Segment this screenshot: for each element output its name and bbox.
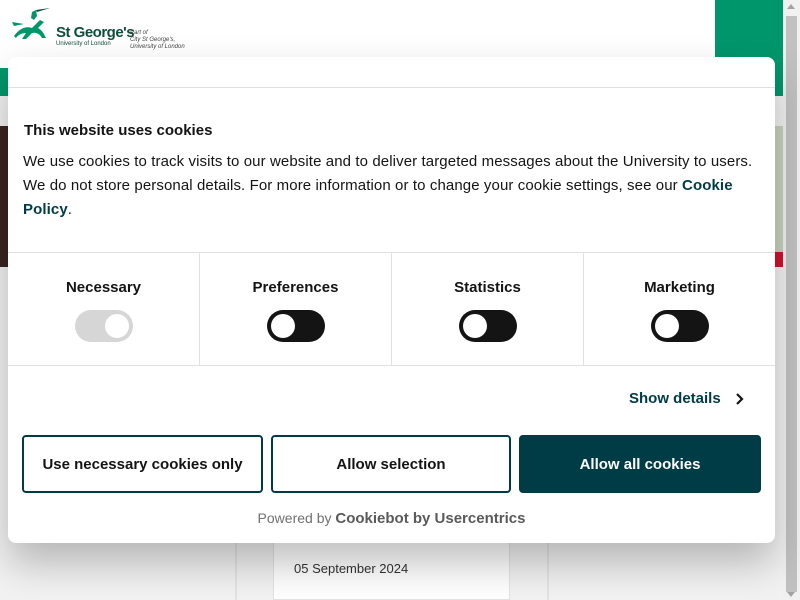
category-label: Statistics [454, 279, 521, 296]
cookie-consent-dialog: This website uses cookies We use cookies… [8, 57, 775, 543]
category-statistics: Statistics [392, 253, 584, 365]
allow-all-cookies-button[interactable]: Allow all cookies [519, 435, 761, 493]
toggle-knob [104, 314, 129, 338]
category-label: Marketing [644, 279, 715, 296]
necessary-toggle [74, 310, 133, 342]
toggle-knob [654, 314, 679, 338]
scrollbar-thumb[interactable] [786, 16, 797, 592]
toggle-knob [270, 314, 295, 338]
toggle-knob [462, 314, 487, 338]
category-necessary: Necessary [8, 253, 200, 365]
category-label: Preferences [252, 279, 339, 296]
statistics-toggle[interactable] [458, 310, 517, 342]
cookiebot-brand-link[interactable]: Cookiebot by Usercentrics [335, 510, 525, 527]
allow-selection-button[interactable]: Allow selection [271, 435, 511, 493]
category-label: Necessary [65, 279, 142, 296]
marketing-toggle[interactable] [650, 310, 709, 342]
dialog-description: We use cookies to track visits to our we… [23, 150, 763, 222]
powered-by: Powered by Cookiebot by Usercentrics [8, 510, 775, 527]
dialog-body-end: . [67, 201, 73, 218]
category-marketing: Marketing [584, 253, 775, 365]
cookie-categories: Necessary Preferences Statistics Marketi… [8, 252, 775, 366]
scroll-down-arrow-icon[interactable] [787, 592, 795, 597]
dialog-body-text: We use cookies to track visits to our we… [23, 153, 753, 194]
divider [8, 87, 775, 88]
preferences-toggle[interactable] [266, 310, 325, 342]
show-details-link[interactable]: Show details [629, 390, 745, 407]
show-details-label: Show details [629, 390, 721, 407]
chevron-right-icon [735, 392, 744, 405]
category-preferences: Preferences [200, 253, 392, 365]
scroll-up-arrow-icon[interactable] [787, 4, 795, 9]
powered-prefix: Powered by [257, 510, 332, 526]
use-necessary-cookies-button[interactable]: Use necessary cookies only [22, 435, 263, 493]
scrollbar[interactable] [783, 0, 800, 600]
dialog-title: This website uses cookies [24, 122, 213, 139]
